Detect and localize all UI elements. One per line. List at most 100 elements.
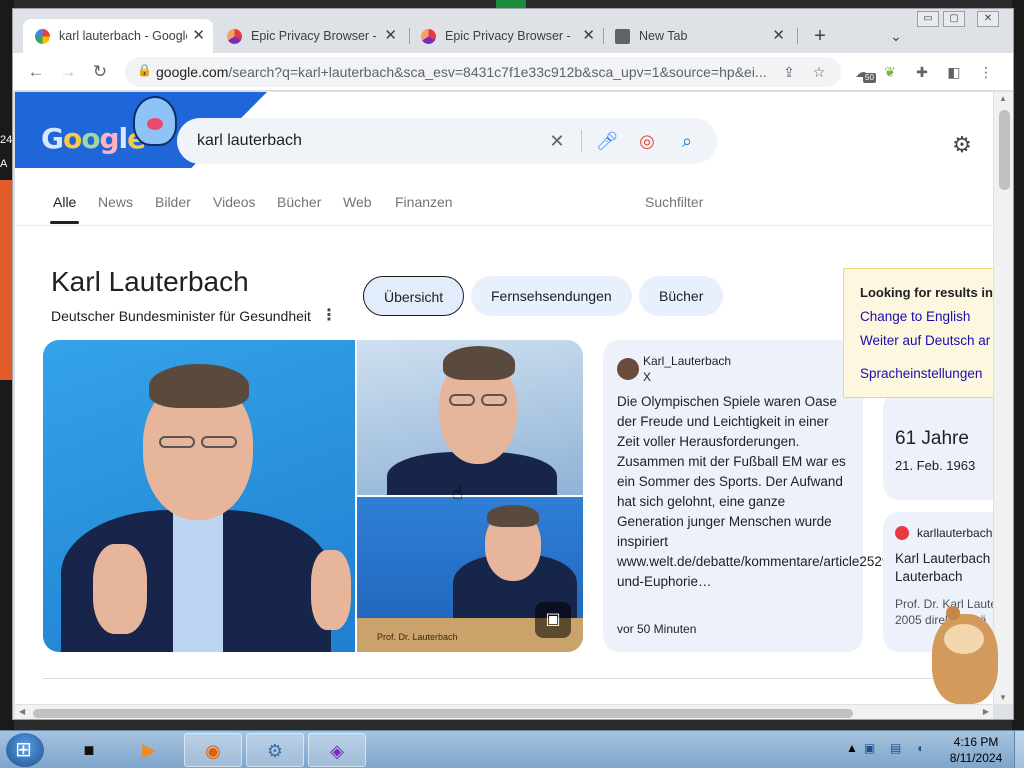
- epic-e-icon: [615, 29, 630, 44]
- scroll-thumb[interactable]: [33, 709, 853, 718]
- clock-date: 8/11/2024: [949, 751, 1003, 765]
- tab-separator: [797, 28, 798, 44]
- show-desktop-button[interactable]: [1014, 731, 1024, 768]
- age-card[interactable]: 61 Jahre 21. Feb. 1963: [883, 392, 993, 500]
- tab-epic-1[interactable]: Epic Privacy Browser - E ✕: [215, 19, 405, 53]
- photo-hand: [311, 550, 351, 630]
- tab-news[interactable]: News: [98, 194, 133, 210]
- settings-gear-icon[interactable]: ⚙: [949, 132, 975, 158]
- tweet-card[interactable]: Karl_Lauterbach X Die Olympischen Spiele…: [603, 340, 968, 652]
- side-panel-icon[interactable]: ◧: [943, 61, 965, 83]
- chip-tv-shows[interactable]: Fernsehsendungen: [471, 276, 632, 316]
- instagram-account: karllauterbach: [917, 526, 993, 540]
- hamster-ear: [946, 606, 960, 620]
- new-tab-button[interactable]: +: [807, 23, 833, 49]
- google-lens-icon[interactable]: ◎: [635, 129, 659, 153]
- clear-icon[interactable]: ✕: [545, 129, 569, 153]
- image-gallery-icon[interactable]: ▣: [535, 602, 571, 638]
- scroll-left-arrow-icon[interactable]: ◀: [19, 707, 25, 716]
- extension-weather-icon[interactable]: ☁ 50: [851, 61, 876, 83]
- bookmark-star-icon[interactable]: ☆: [809, 62, 829, 82]
- taskbar-app-epic-icon[interactable]: ◈: [308, 733, 366, 767]
- scroll-up-arrow-icon[interactable]: ▲: [999, 94, 1007, 103]
- close-icon[interactable]: ✕: [582, 19, 595, 53]
- desktop-text: 24 A: [0, 134, 13, 170]
- epic-icon: [421, 29, 436, 44]
- taskbar-app-media-icon[interactable]: ▶: [120, 733, 178, 767]
- close-window-button[interactable]: ✕: [977, 11, 999, 27]
- photo-bottom-right[interactable]: Prof. Dr. Lauterbach ▣: [357, 497, 583, 652]
- back-button[interactable]: ←: [23, 59, 49, 85]
- search-tools-button[interactable]: Suchfilter: [645, 194, 703, 210]
- start-button[interactable]: [6, 733, 44, 767]
- search-icon[interactable]: ⌕: [675, 129, 699, 153]
- chip-books[interactable]: Bücher: [639, 276, 724, 316]
- close-icon[interactable]: ✕: [192, 19, 205, 53]
- chip-overview[interactable]: Übersicht: [363, 276, 465, 316]
- photo-glasses: [159, 436, 195, 448]
- network-icon[interactable]: ▤: [890, 741, 901, 755]
- menu-kebab-icon[interactable]: ⋮: [975, 61, 997, 83]
- tab-books[interactable]: Bücher: [277, 194, 321, 210]
- more-options-icon[interactable]: ⋮: [321, 305, 337, 325]
- tray-expand-icon[interactable]: ▲: [846, 741, 858, 755]
- tweet-handle[interactable]: Karl_Lauterbach: [643, 354, 731, 368]
- tab-all[interactable]: Alle: [49, 194, 80, 224]
- extension-leaf-icon[interactable]: ❦: [879, 61, 901, 83]
- photo-main[interactable]: [43, 340, 355, 652]
- tweet-source: X: [643, 370, 652, 384]
- close-icon[interactable]: ✕: [772, 19, 785, 53]
- tab-search-button[interactable]: ⌄: [883, 23, 909, 49]
- taskbar-app-firefox-icon[interactable]: ◉: [184, 733, 242, 767]
- taskbar-app-terminal-icon[interactable]: ■: [60, 733, 118, 767]
- speaker-icon[interactable]: ◖: [916, 741, 923, 755]
- tab-videos[interactable]: Videos: [213, 194, 256, 210]
- photo-glasses: [481, 394, 507, 406]
- tab-epic-2[interactable]: Epic Privacy Browser - T ✕: [409, 19, 603, 53]
- minimize-button[interactable]: ▭: [917, 11, 939, 27]
- tray-app-icon[interactable]: ▣: [864, 741, 875, 755]
- instagram-icon: [895, 526, 909, 540]
- language-settings-link[interactable]: Spracheinstellungen: [860, 366, 982, 381]
- tab-bar: karl lauterbach - Google ✕ Epic Privacy …: [13, 9, 1013, 53]
- extensions-puzzle-icon[interactable]: ✚: [911, 61, 933, 83]
- photo-top-right[interactable]: [357, 340, 583, 495]
- maximize-button[interactable]: ▢: [943, 11, 965, 27]
- desktop-hamster-mascot[interactable]: [922, 600, 1004, 710]
- tab-new-tab[interactable]: New Tab ✕: [603, 19, 793, 53]
- language-popup: Looking for results in Change to English…: [843, 268, 993, 398]
- extension-badge: 50: [863, 73, 876, 83]
- reload-button[interactable]: ↻: [87, 59, 113, 85]
- horizontal-scrollbar[interactable]: ◀ ▶: [15, 704, 993, 719]
- desk-label: Prof. Dr. Lauterbach: [377, 632, 458, 642]
- doodle-bird-icon: [133, 96, 177, 146]
- address-bar[interactable]: 🔒 google.com/search?q=karl+lauterbach&sc…: [125, 57, 841, 87]
- knowledge-panel-subtitle: Deutscher Bundesminister für Gesundheit: [51, 308, 311, 324]
- close-icon[interactable]: ✕: [384, 19, 397, 53]
- forward-button[interactable]: →: [55, 59, 81, 85]
- search-box[interactable]: karl lauterbach ✕ 🎤︎ ◎ ⌕: [177, 118, 717, 164]
- url-text[interactable]: google.com/search?q=karl+lauterbach&sca_…: [156, 57, 766, 87]
- section-divider: [43, 678, 963, 679]
- photo-glasses: [449, 394, 475, 406]
- search-input[interactable]: karl lauterbach: [197, 118, 302, 164]
- tab-label: Epic Privacy Browser - T: [445, 29, 573, 43]
- tweet-body: Die Olympischen Spiele waren Oase der Fr…: [617, 394, 968, 589]
- change-to-english-link[interactable]: Change to English: [860, 309, 970, 324]
- photo-glasses: [201, 436, 237, 448]
- mouse-cursor-icon: ☝: [452, 483, 463, 503]
- taskbar-app-utility-icon[interactable]: ⚙: [246, 733, 304, 767]
- lock-icon[interactable]: 🔒: [137, 63, 152, 77]
- tab-images[interactable]: Bilder: [155, 194, 191, 210]
- taskbar-clock[interactable]: 4:16 PM 8/11/2024: [938, 734, 1014, 766]
- scroll-thumb[interactable]: [999, 110, 1010, 190]
- photo-hair: [149, 364, 249, 408]
- microphone-icon[interactable]: 🎤︎: [595, 129, 619, 153]
- clock-time: 4:16 PM: [953, 735, 999, 749]
- tab-finance[interactable]: Finanzen: [395, 194, 453, 210]
- continue-german-link[interactable]: Weiter auf Deutsch ar: [860, 333, 990, 348]
- tab-google-search[interactable]: karl lauterbach - Google ✕: [23, 19, 213, 53]
- share-icon[interactable]: ⇪: [779, 62, 799, 82]
- tweet-time: vor 50 Minuten: [617, 622, 697, 636]
- tab-web[interactable]: Web: [343, 194, 372, 210]
